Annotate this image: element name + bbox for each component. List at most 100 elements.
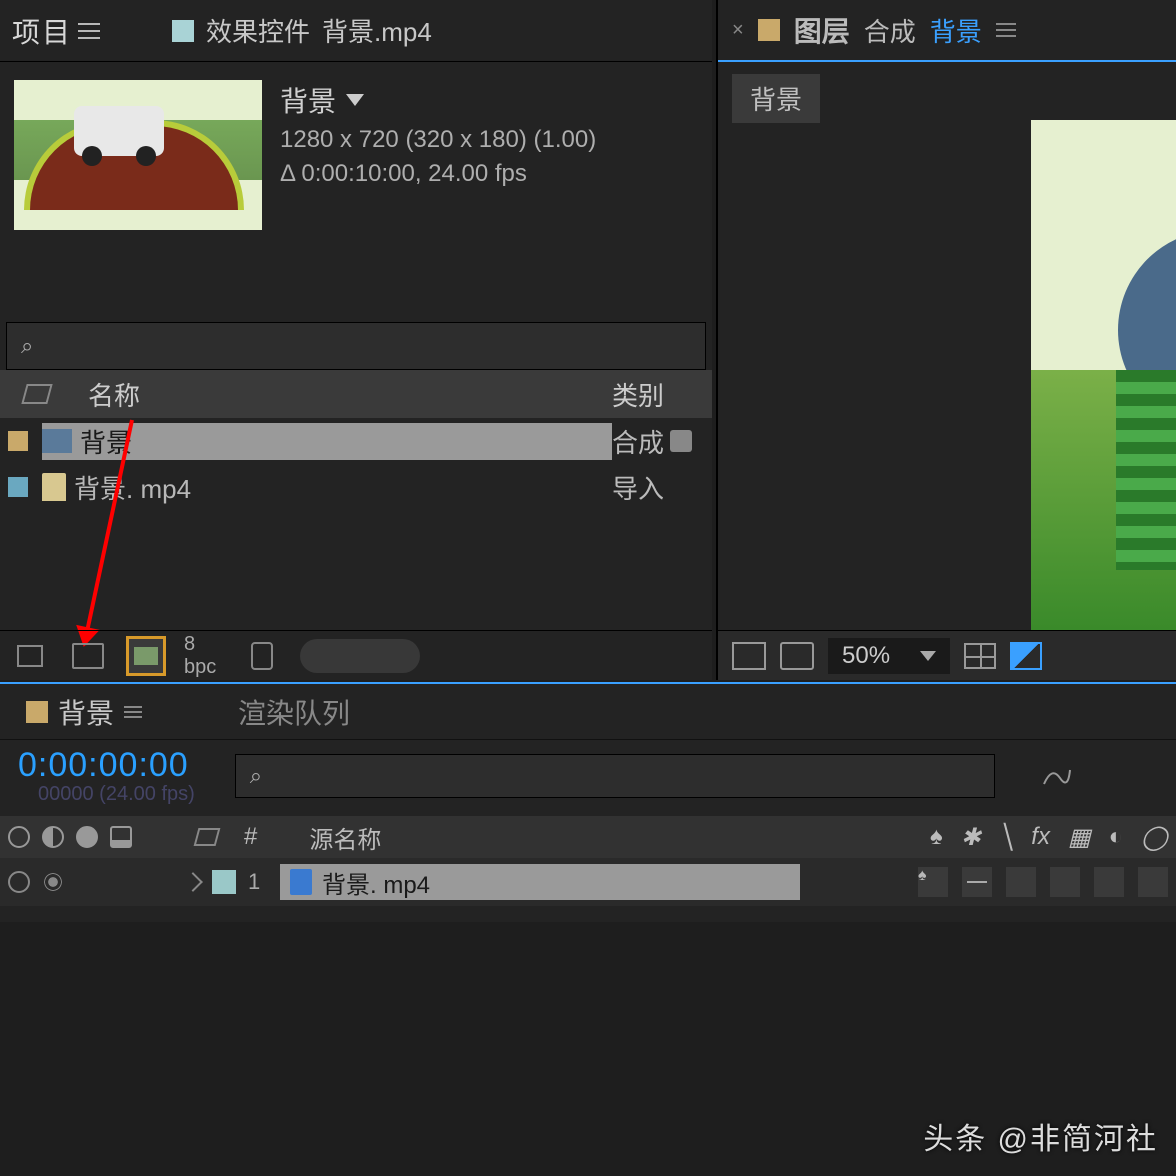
footage-icon <box>290 869 312 895</box>
interpret-footage-button[interactable] <box>10 636 50 676</box>
composition-thumb-icon <box>134 647 158 665</box>
project-search[interactable]: ⌕ <box>6 322 706 370</box>
asset-resolution: 1280 x 720 (320 x 180) (1.00) <box>280 126 596 154</box>
frame-blend-switch[interactable] <box>1050 867 1080 897</box>
dropdown-icon[interactable] <box>346 94 364 106</box>
new-composition-button[interactable] <box>126 636 166 676</box>
expand-arrow-icon[interactable] <box>183 872 203 892</box>
label-color-swatch[interactable] <box>8 431 28 451</box>
asset-metadata: 背景 1280 x 720 (320 x 180) (1.00) Δ 0:00:… <box>280 80 596 230</box>
solo-column-icon[interactable] <box>76 826 98 848</box>
asset-duration: Δ 0:00:10:00, 24.00 fps <box>280 160 596 188</box>
column-type[interactable]: 类别 <box>612 376 712 413</box>
fx-icon[interactable]: fx <box>1031 823 1050 851</box>
project-toolbar: 8 bpc <box>0 630 712 680</box>
effect-target-name: 背景.mp4 <box>322 12 432 49</box>
composition-viewer[interactable] <box>1031 120 1176 630</box>
toggle-alpha-button[interactable] <box>780 642 814 670</box>
project-tab-row: 项目 效果控件 背景.mp4 <box>0 0 712 62</box>
zoom-dropdown[interactable]: 50% <box>828 638 950 674</box>
timecode-frames: 00000 (24.00 fps) <box>18 783 195 806</box>
composition-icon <box>42 429 72 453</box>
mask-toggle-button[interactable] <box>1010 642 1042 670</box>
panel-menu-icon[interactable] <box>124 706 142 718</box>
color-swatch-icon <box>758 19 780 41</box>
trash-icon <box>251 642 273 670</box>
snapshot-button[interactable] <box>732 642 766 670</box>
new-folder-button[interactable] <box>68 636 108 676</box>
delete-button[interactable] <box>242 636 282 676</box>
adjustment-switch[interactable] <box>1138 867 1168 897</box>
layer-switch-header: ♠ ✱ ╲ fx ▦ ◐ ◯ <box>930 823 1168 852</box>
column-name[interactable]: 名称 <box>74 376 612 413</box>
bpc-label: 8 bpc <box>184 633 224 679</box>
timeline-tab-row: 背景 渲染队列 <box>0 684 1176 740</box>
tab-project[interactable]: 项目 <box>12 11 100 51</box>
quality-switch[interactable] <box>962 867 992 897</box>
tag-column-icon[interactable] <box>21 384 52 404</box>
timecode-row: 0:00:00:00 00000 (24.00 fps) ⌕ <box>0 740 1176 806</box>
zoom-value: 50% <box>842 642 890 670</box>
footage-icon <box>42 473 66 501</box>
adjustment-icon[interactable]: ◯ <box>1141 823 1168 852</box>
lock-column-icon[interactable] <box>110 826 132 848</box>
current-timecode[interactable]: 0:00:00:00 <box>18 746 195 785</box>
preview-panel: × 图层 合成 背景 背景 50% <box>716 0 1176 680</box>
asset-row-type: 合成 <box>612 423 664 460</box>
shy-icon[interactable]: ♠ <box>930 823 943 851</box>
search-icon: ⌕ <box>250 763 262 789</box>
graph-editor-button[interactable] <box>1035 755 1077 797</box>
project-search-pill[interactable] <box>300 639 420 673</box>
visibility-toggle[interactable] <box>8 871 30 893</box>
bpc-button[interactable]: 8 bpc <box>184 636 224 676</box>
comp-type-icon <box>670 430 692 452</box>
video-column-icon[interactable] <box>8 826 30 848</box>
asset-info-block: 背景 1280 x 720 (320 x 180) (1.00) Δ 0:00:… <box>0 62 712 242</box>
chevron-down-icon <box>920 651 936 661</box>
tab-effect-label: 效果控件 <box>206 12 310 49</box>
collapse-icon[interactable]: ✱ <box>961 823 981 852</box>
quality-icon[interactable]: ╲ <box>999 823 1013 852</box>
motion-blur-switch[interactable] <box>1094 867 1124 897</box>
shy-switch[interactable]: ♠ <box>918 867 948 897</box>
tab-effect-controls[interactable]: 效果控件 背景.mp4 <box>172 12 432 49</box>
timeline-tab-comp[interactable]: 背景 <box>26 692 142 732</box>
label-column-icon[interactable] <box>194 828 221 846</box>
label-color-swatch[interactable] <box>8 477 28 497</box>
motion-blur-icon[interactable]: ◐ <box>1109 823 1124 851</box>
timeline-panel: 背景 渲染队列 0:00:00:00 00000 (24.00 fps) ⌕ #… <box>0 682 1176 922</box>
composition-subtab[interactable]: 背景 <box>732 74 820 123</box>
watermark-text: 头条 @非简河社 <box>923 1114 1158 1158</box>
asset-row-type: 导入 <box>612 469 664 506</box>
asset-row-composition[interactable]: 背景 合成 <box>0 418 712 464</box>
close-icon[interactable]: × <box>732 19 744 42</box>
audio-column-icon[interactable] <box>42 826 64 848</box>
tab-active-comp[interactable]: 背景 <box>930 12 982 49</box>
layer-label-color[interactable] <box>212 870 236 894</box>
panel-menu-icon[interactable] <box>996 23 1016 37</box>
preview-toolbar: 50% <box>718 630 1176 680</box>
source-name-column[interactable]: 源名称 <box>309 820 381 855</box>
tab-composition[interactable]: 合成 <box>864 12 916 49</box>
asset-title: 背景 <box>280 80 336 120</box>
frame-blend-icon[interactable]: ▦ <box>1068 823 1091 852</box>
tab-layer[interactable]: 图层 <box>794 10 850 50</box>
asset-thumbnail[interactable] <box>14 80 262 230</box>
timeline-search[interactable]: ⌕ <box>235 754 995 798</box>
layer-name-cell[interactable]: 背景. mp4 <box>280 864 800 900</box>
timeline-tab-label: 背景 <box>58 692 114 732</box>
layer-name: 背景. mp4 <box>322 865 430 900</box>
tab-project-label: 项目 <box>12 11 72 51</box>
asset-row-name: 背景. mp4 <box>74 469 191 506</box>
panel-menu-icon[interactable] <box>78 23 100 39</box>
search-icon: ⌕ <box>21 333 33 359</box>
grid-toggle-button[interactable] <box>964 643 996 669</box>
timeline-tab-render-queue[interactable]: 渲染队列 <box>238 692 350 732</box>
fx-switch[interactable] <box>1006 867 1036 897</box>
asset-table-header: 名称 类别 <box>0 370 712 418</box>
audio-toggle[interactable] <box>42 871 64 893</box>
layer-row[interactable]: 1 背景. mp4 ♠ <box>0 858 1176 906</box>
layer-index: 1 <box>248 869 268 895</box>
asset-row-footage[interactable]: 背景. mp4 导入 <box>0 464 712 510</box>
color-swatch-icon <box>26 701 48 723</box>
